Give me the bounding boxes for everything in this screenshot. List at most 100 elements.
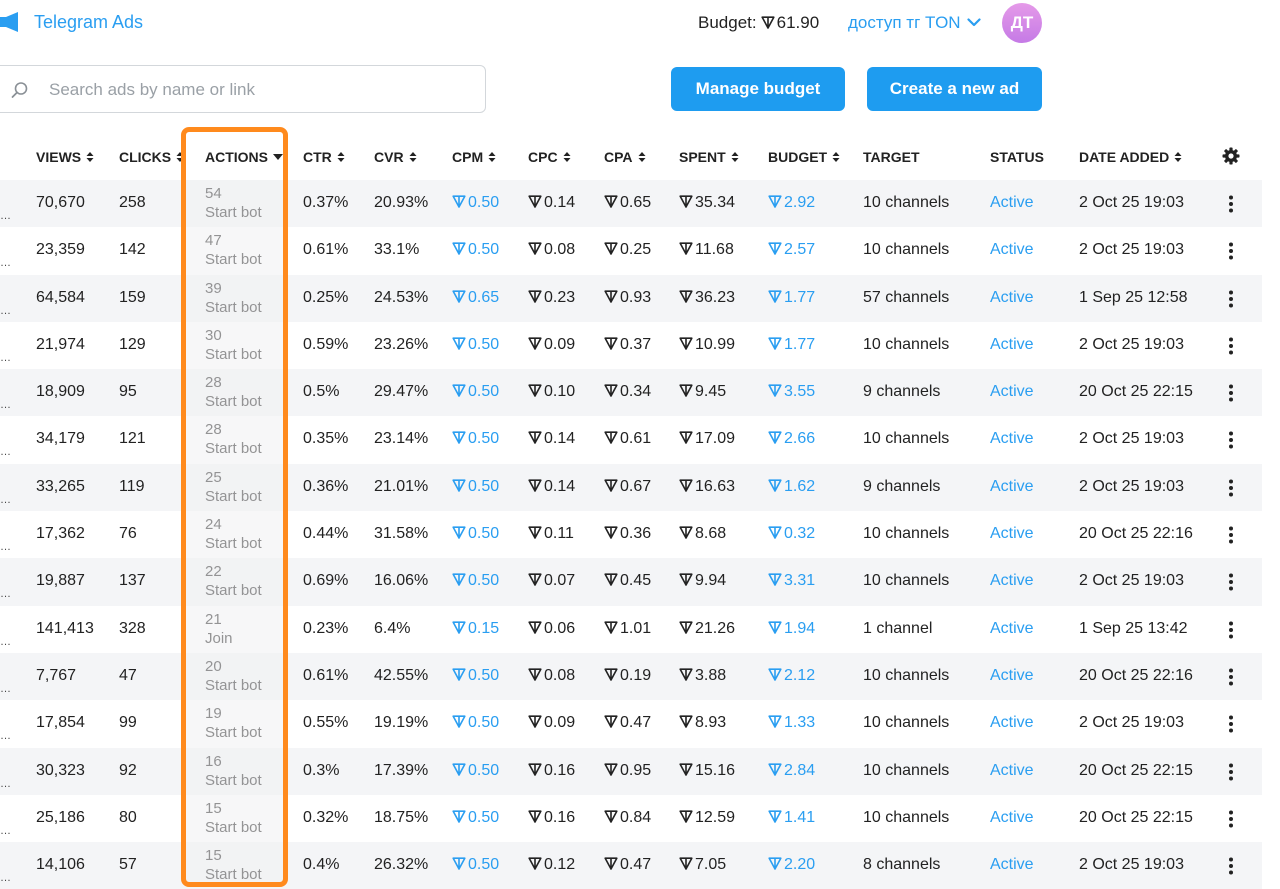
app-title[interactable]: Telegram Ads [34, 12, 143, 33]
cpm-cell[interactable]: 0.50 [452, 241, 499, 259]
table-row[interactable]: … 33,265 119 25 Start bot 0.36% 21.01% 0.50 0.14… [0, 463, 1262, 512]
table-row[interactable]: … 70,670 258 54 Start bot 0.37% 20.93% 0.50 0.14… [0, 180, 1262, 228]
col-cvr[interactable]: CVR [374, 149, 417, 165]
truncated-name[interactable]: … [0, 399, 11, 411]
truncated-name[interactable]: … [0, 446, 11, 458]
table-row[interactable]: … 25,186 80 15 Start bot 0.32% 18.75% 0.50 0.16 0… [0, 795, 1262, 842]
table-row[interactable]: … 64,584 159 39 Start bot 0.25% 24.53% 0.65 0.23… [0, 274, 1262, 322]
cpm-cell[interactable]: 0.65 [452, 289, 499, 307]
status-badge[interactable]: Active [990, 336, 1034, 354]
truncated-name[interactable]: … [0, 636, 11, 648]
cpm-cell[interactable]: 0.50 [452, 336, 499, 354]
col-date-added[interactable]: DATE ADDED [1079, 149, 1182, 165]
table-row[interactable]: … 34,179 121 28 Start bot 0.35% 23.14% 0.50 0.14… [0, 416, 1262, 463]
status-badge[interactable]: Active [990, 289, 1034, 307]
table-row[interactable]: … 21,974 129 30 Start bot 0.59% 23.26% 0.50 0.09… [0, 322, 1262, 369]
table-row[interactable]: … 7,767 47 20 Start bot 0.61% 42.55% 0.50 0.08 0.… [0, 652, 1262, 701]
budget-cell[interactable]: 1.41 [768, 809, 815, 827]
truncated-name[interactable]: … [0, 730, 11, 742]
more-vertical-icon[interactable] [1223, 714, 1239, 734]
status-badge[interactable]: Active [990, 525, 1034, 543]
create-ad-button[interactable]: Create a new ad [867, 67, 1042, 111]
search-box[interactable] [0, 65, 486, 113]
truncated-name[interactable]: … [0, 210, 11, 222]
budget-cell[interactable]: 1.33 [768, 714, 815, 732]
more-vertical-icon[interactable] [1223, 336, 1239, 356]
col-budget[interactable]: BUDGET [768, 149, 840, 165]
more-vertical-icon[interactable] [1223, 856, 1239, 876]
table-row[interactable]: … 141,413 328 21 Join 0.23% 6.4% 0.15 0.06 1.01 21… [0, 606, 1262, 653]
budget-cell[interactable]: 1.77 [768, 289, 815, 307]
status-badge[interactable]: Active [990, 620, 1034, 638]
truncated-name[interactable]: … [0, 588, 11, 600]
col-spent[interactable]: SPENT [679, 149, 739, 165]
status-badge[interactable]: Active [990, 762, 1034, 780]
budget-cell[interactable]: 2.20 [768, 856, 815, 874]
status-badge[interactable]: Active [990, 714, 1034, 732]
more-vertical-icon[interactable] [1223, 383, 1239, 403]
budget-cell[interactable]: 2.66 [768, 430, 815, 448]
truncated-name[interactable]: … [0, 541, 11, 553]
cpm-cell[interactable]: 0.50 [452, 572, 499, 590]
truncated-name[interactable]: … [0, 257, 11, 269]
more-vertical-icon[interactable] [1223, 194, 1239, 214]
budget-cell[interactable]: 3.55 [768, 383, 815, 401]
truncated-name[interactable]: … [0, 825, 11, 837]
cpm-cell[interactable]: 0.50 [452, 856, 499, 874]
more-vertical-icon[interactable] [1223, 241, 1239, 261]
cpm-cell[interactable]: 0.50 [452, 667, 499, 685]
search-input[interactable] [49, 76, 449, 104]
avatar[interactable]: ДТ [1002, 3, 1042, 43]
more-vertical-icon[interactable] [1223, 620, 1239, 640]
cpm-cell[interactable]: 0.50 [452, 809, 499, 827]
more-vertical-icon[interactable] [1223, 430, 1239, 450]
table-row[interactable]: … 17,362 76 24 Start bot 0.44% 31.58% 0.50 0.11 0… [0, 511, 1262, 558]
cpm-cell[interactable]: 0.50 [452, 430, 499, 448]
budget-cell[interactable]: 2.92 [768, 194, 815, 212]
col-cpa[interactable]: CPA [604, 149, 646, 165]
cpm-cell[interactable]: 0.50 [452, 194, 499, 212]
col-clicks[interactable]: CLICKS [119, 149, 184, 165]
col-actions[interactable]: ACTIONS [205, 149, 283, 165]
budget-cell[interactable]: 2.57 [768, 241, 815, 259]
truncated-name[interactable]: … [0, 352, 11, 364]
account-switcher[interactable]: доступ тг TON [848, 13, 981, 33]
budget-cell[interactable]: 0.32 [768, 525, 815, 543]
cpm-cell[interactable]: 0.50 [452, 383, 499, 401]
table-row[interactable]: … 17,854 99 19 Start bot 0.55% 19.19% 0.50 0.09 0… [0, 700, 1262, 747]
cpm-cell[interactable]: 0.50 [452, 714, 499, 732]
table-row[interactable]: … 23,359 142 47 Start bot 0.61% 33.1% 0.50 0.08 0… [0, 227, 1262, 274]
col-cpc[interactable]: CPC [528, 149, 571, 165]
table-row[interactable]: … 18,909 95 28 Start bot 0.5% 29.47% 0.50 0.10 0.… [0, 369, 1262, 417]
more-vertical-icon[interactable] [1223, 762, 1239, 782]
more-vertical-icon[interactable] [1223, 525, 1239, 545]
col-cpm[interactable]: CPM [452, 149, 496, 165]
more-vertical-icon[interactable] [1223, 478, 1239, 498]
status-badge[interactable]: Active [990, 572, 1034, 590]
cpm-cell[interactable]: 0.50 [452, 478, 499, 496]
table-row[interactable]: … 30,323 92 16 Start bot 0.3% 17.39% 0.50 0.16 0.… [0, 747, 1262, 795]
status-badge[interactable]: Active [990, 667, 1034, 685]
status-badge[interactable]: Active [990, 383, 1034, 401]
truncated-name[interactable]: … [0, 494, 11, 506]
col-ctr[interactable]: CTR [303, 149, 345, 165]
truncated-name[interactable]: … [0, 305, 11, 317]
table-row[interactable]: … 19,887 137 22 Start bot 0.69% 16.06% 0.50 0.07… [0, 558, 1262, 606]
cpm-cell[interactable]: 0.50 [452, 525, 499, 543]
status-badge[interactable]: Active [990, 241, 1034, 259]
cpm-cell[interactable]: 0.50 [452, 762, 499, 780]
truncated-name[interactable]: … [0, 683, 11, 695]
budget-cell[interactable]: 1.77 [768, 336, 815, 354]
status-badge[interactable]: Active [990, 809, 1034, 827]
truncated-name[interactable]: … [0, 872, 11, 884]
budget-cell[interactable]: 2.12 [768, 667, 815, 685]
budget-cell[interactable]: 1.62 [768, 478, 815, 496]
cpm-cell[interactable]: 0.15 [452, 620, 499, 638]
status-badge[interactable]: Active [990, 194, 1034, 212]
status-badge[interactable]: Active [990, 856, 1034, 874]
truncated-name[interactable]: … [0, 778, 11, 790]
more-vertical-icon[interactable] [1223, 289, 1239, 309]
more-vertical-icon[interactable] [1223, 809, 1239, 829]
more-vertical-icon[interactable] [1223, 572, 1239, 592]
status-badge[interactable]: Active [990, 478, 1034, 496]
